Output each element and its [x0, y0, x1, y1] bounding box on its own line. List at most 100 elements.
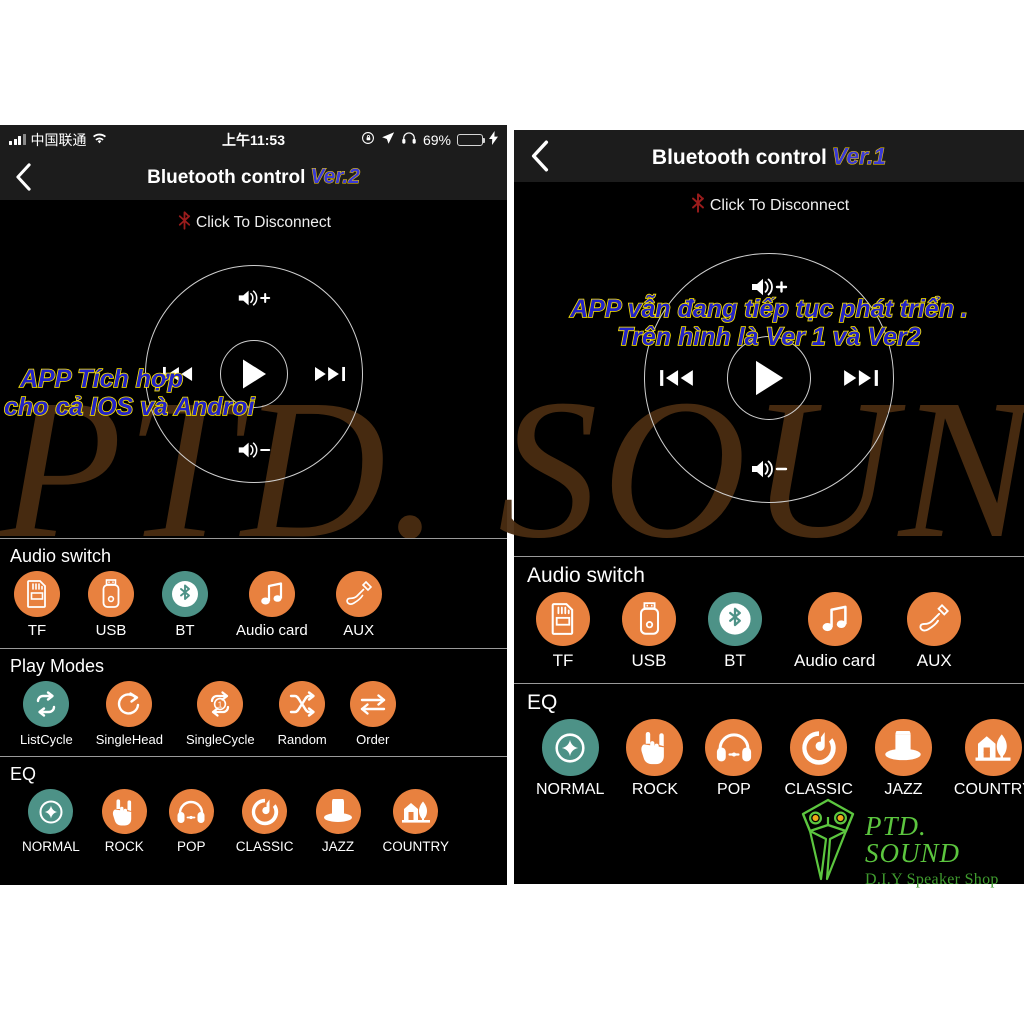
option-label: Random [277, 732, 327, 747]
classic-note-icon [790, 719, 848, 776]
version-badge: Ver.1 [831, 142, 887, 169]
option-aux[interactable]: AUX [335, 571, 382, 639]
option-label: ROCK [104, 839, 144, 854]
sd-card-icon [536, 592, 590, 646]
option-label: USB [95, 622, 127, 639]
option-label: AUX [343, 622, 375, 639]
brand-logo: PTD. SOUND D.I.Y Speaker Shop [797, 795, 1024, 888]
wifi-icon [92, 132, 107, 148]
svg-text:1: 1 [218, 700, 223, 710]
option-row: TF USB BT Audio card AUX [514, 590, 1024, 683]
option-rock[interactable]: ROCK [626, 719, 684, 799]
option-rock[interactable]: ROCK [101, 789, 147, 854]
disconnect-button[interactable]: Click To Disconnect [514, 182, 1024, 218]
brand-text: PTD. SOUND D.I.Y Speaker Shop [865, 813, 1024, 888]
app-body: Click To Disconnect APP Tích hợp cho cả … [0, 200, 507, 885]
option-audio-card[interactable]: Audio card [794, 592, 875, 671]
page-title: Bluetooth control Ver.2 [0, 165, 507, 189]
previous-track-button[interactable] [162, 366, 193, 383]
next-track-button[interactable] [844, 369, 878, 388]
section-audio-switch: Audio switch TF USB BT Audio card AUX [0, 539, 507, 648]
option-row: TF USB BT Audio card AUX [0, 569, 507, 648]
volume-up-button[interactable] [750, 275, 788, 299]
option-label: SingleCycle [185, 732, 255, 747]
option-audio-card[interactable]: Audio card [236, 571, 308, 639]
chevron-left-icon [529, 139, 551, 173]
ios-status-bar: 中国联通 上午11:53 69% [0, 125, 507, 154]
music-note-icon [248, 571, 295, 617]
option-listcycle[interactable]: ListCycle [20, 681, 73, 747]
battery-percent-label: 69% [422, 131, 451, 148]
option-aux[interactable]: AUX [907, 592, 962, 671]
option-label: TF [27, 622, 47, 639]
option-classic[interactable]: CLASSIC [784, 719, 853, 799]
section-title: EQ [10, 764, 37, 784]
navigation-bar: Bluetooth control Ver.1 [514, 130, 1024, 182]
option-label: Audio card [236, 622, 308, 639]
option-label: USB [631, 651, 667, 670]
bluetooth-off-icon [176, 211, 193, 235]
option-bt[interactable]: BT [162, 571, 208, 639]
option-singlehead[interactable]: SingleHead [96, 681, 163, 747]
option-label: POP [717, 781, 751, 798]
section-title: Audio switch [10, 546, 112, 566]
aux-cable-icon [335, 571, 382, 617]
option-pop[interactable]: POP [705, 719, 763, 799]
option-label: ROCK [631, 781, 679, 798]
page-title-text: Bluetooth control [651, 145, 827, 169]
next-track-button[interactable] [314, 366, 345, 383]
play-button[interactable] [753, 359, 786, 397]
volume-down-button[interactable] [750, 457, 788, 481]
volume-down-button[interactable] [237, 439, 271, 461]
back-button[interactable] [514, 139, 566, 173]
option-normal[interactable]: NORMAL [22, 789, 80, 854]
headphones-icon [401, 131, 417, 148]
option-jazz[interactable]: JAZZ [874, 719, 932, 799]
option-pop[interactable]: POP [168, 789, 214, 854]
repeat-one-icon: 1 [197, 681, 244, 727]
classic-note-icon [242, 789, 288, 834]
repeat-once-icon [106, 681, 153, 727]
option-label: CLASSIC [235, 839, 294, 854]
play-button[interactable] [240, 358, 268, 390]
option-usb[interactable]: USB [622, 592, 676, 671]
page-title-text: Bluetooth control [147, 167, 306, 188]
carrier-label: 中国联通 [30, 131, 87, 148]
option-label: Audio card [794, 651, 876, 670]
disconnect-button[interactable]: Click To Disconnect [0, 200, 507, 235]
option-random[interactable]: Random [278, 681, 327, 747]
option-jazz[interactable]: JAZZ [315, 789, 361, 854]
owl-icon [797, 795, 859, 888]
option-tf[interactable]: TF [14, 571, 60, 639]
country-barn-icon [393, 789, 439, 834]
option-label: SingleHead [95, 732, 163, 747]
screenshot-root: PTD. SOUND 中国联通 上午11:53 [0, 0, 1024, 1024]
sections-stack: Audio switch TF USB [0, 538, 507, 885]
volume-up-button[interactable] [237, 287, 271, 309]
option-tf[interactable]: TF [536, 592, 590, 671]
previous-track-button[interactable] [660, 369, 694, 388]
brand-subtitle: D.I.Y Speaker Shop [865, 871, 999, 888]
option-classic[interactable]: CLASSIC [236, 789, 294, 854]
option-country[interactable]: COUNTRY [383, 789, 449, 854]
option-bt[interactable]: BT [708, 592, 762, 671]
section-title: Play Modes [10, 656, 105, 676]
phone-screen-ver2: 中国联通 上午11:53 69% Bluetooth control Ver.2… [0, 125, 507, 885]
section-play-modes: Play Modes ListCycle SingleHead 1 Single… [0, 649, 507, 756]
battery-icon [457, 133, 486, 146]
option-normal[interactable]: NORMAL [536, 719, 604, 799]
option-country[interactable]: COUNTRY [954, 719, 1024, 799]
player-dial [644, 253, 894, 503]
back-button[interactable] [0, 162, 46, 192]
option-usb[interactable]: USB [88, 571, 134, 639]
disconnect-label: Click To Disconnect [196, 214, 331, 231]
option-order[interactable]: Order [349, 681, 396, 747]
version-badge: Ver.2 [310, 165, 360, 189]
bluetooth-off-icon [689, 193, 707, 218]
page-title: Bluetooth control Ver.1 [514, 142, 1024, 170]
rock-hand-icon [101, 789, 147, 834]
option-label: NORMAL [536, 781, 605, 798]
option-label: AUX [916, 651, 952, 670]
normal-diamond-icon [28, 789, 74, 834]
option-singlecycle[interactable]: 1 SingleCycle [186, 681, 255, 747]
